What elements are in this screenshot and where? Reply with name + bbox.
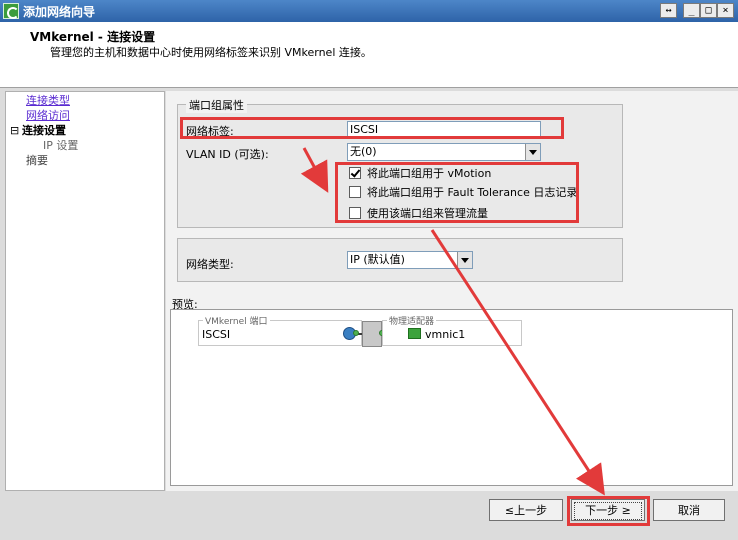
back-button[interactable]: ≤上一步 <box>489 499 563 521</box>
network-label-input[interactable]: ISCSI <box>347 121 541 138</box>
wizard-header: VMkernel - 连接设置 管理您的主机和数据中心时使用网络标签来识别 VM… <box>0 22 738 88</box>
wizard-app-icon <box>3 3 19 19</box>
network-type-label: 网络类型: <box>186 258 234 271</box>
next-button-label: 下一步 ≥ <box>574 502 642 520</box>
nic-icon <box>408 328 421 339</box>
back-button-label: ≤上一步 <box>504 504 548 517</box>
close-button[interactable]: × <box>717 3 734 18</box>
window-title: 添加网络向导 <box>23 4 96 19</box>
minimize-button[interactable]: _ <box>683 3 700 18</box>
management-traffic-checkbox-row[interactable]: 使用该端口组来管理流量 <box>349 205 488 221</box>
nav-item-ip-settings: IP 设置 <box>43 139 79 152</box>
maximize-button[interactable]: □ <box>700 3 717 18</box>
port-group-legend: 端口组属性 <box>186 97 247 113</box>
network-label-label: 网络标签: <box>186 125 234 138</box>
management-traffic-checkbox-label: 使用该端口组来管理流量 <box>367 207 488 220</box>
dropdown-arrow-icon[interactable] <box>525 144 540 160</box>
next-button[interactable]: 下一步 ≥ <box>571 499 645 521</box>
page-title: VMkernel - 连接设置 <box>30 30 156 44</box>
vlan-id-select[interactable]: 无(0) <box>347 143 541 161</box>
vmotion-checkbox-row[interactable]: 将此端口组用于 vMotion <box>349 165 491 181</box>
network-type-select[interactable]: IP (默认值) <box>347 251 473 269</box>
vmotion-checkbox-label: 将此端口组用于 vMotion <box>367 167 492 180</box>
network-type-value: IP (默认值) <box>350 253 405 266</box>
title-bar: 添加网络向导 ↔ _ □ × <box>0 0 738 22</box>
nav-item-label: 连接设置 <box>22 124 66 137</box>
page-subtitle: 管理您的主机和数据中心时使用网络标签来识别 VMkernel 连接。 <box>50 46 372 59</box>
dropdown-arrow-icon[interactable] <box>457 252 472 268</box>
management-traffic-checkbox[interactable] <box>349 207 361 219</box>
vmkernel-port-name: ISCSI <box>202 328 231 341</box>
vlan-id-value: 无(0) <box>350 145 377 158</box>
nav-item-summary: 摘要 <box>26 154 48 167</box>
nav-item-connection-settings: ⊟ 连接设置 <box>6 123 164 138</box>
fault-tolerance-checkbox[interactable] <box>349 186 361 198</box>
fault-tolerance-checkbox-label: 将此端口组用于 Fault Tolerance 日志记录 <box>367 186 578 199</box>
physical-adapter-name: vmnic1 <box>425 328 466 341</box>
cancel-button[interactable]: 取消 <box>653 499 725 521</box>
wizard-steps-nav: 连接类型 网络访问 ⊟ 连接设置 IP 设置 摘要 <box>5 91 165 491</box>
connector-dot-icon <box>353 330 359 336</box>
fault-tolerance-checkbox-row[interactable]: 将此端口组用于 Fault Tolerance 日志记录 <box>349 184 577 200</box>
vlan-id-label: VLAN ID (可选): <box>186 148 269 161</box>
vmkernel-port-legend: VMkernel 端口 <box>203 314 270 327</box>
nav-item-network-access[interactable]: 网络访问 <box>6 108 164 123</box>
nav-item-connection-type[interactable]: 连接类型 <box>6 93 164 108</box>
vmkernel-port-box: VMkernel 端口 ISCSI <box>198 314 362 346</box>
resize-icon[interactable]: ↔ <box>660 3 677 18</box>
physical-adapter-legend: 物理适配器 <box>387 314 437 327</box>
cancel-button-label: 取消 <box>678 504 700 517</box>
vmotion-checkbox[interactable] <box>349 167 361 179</box>
physical-adapter-box: 物理适配器 vmnic1 <box>382 314 522 346</box>
tree-collapse-icon[interactable]: ⊟ <box>10 123 22 138</box>
